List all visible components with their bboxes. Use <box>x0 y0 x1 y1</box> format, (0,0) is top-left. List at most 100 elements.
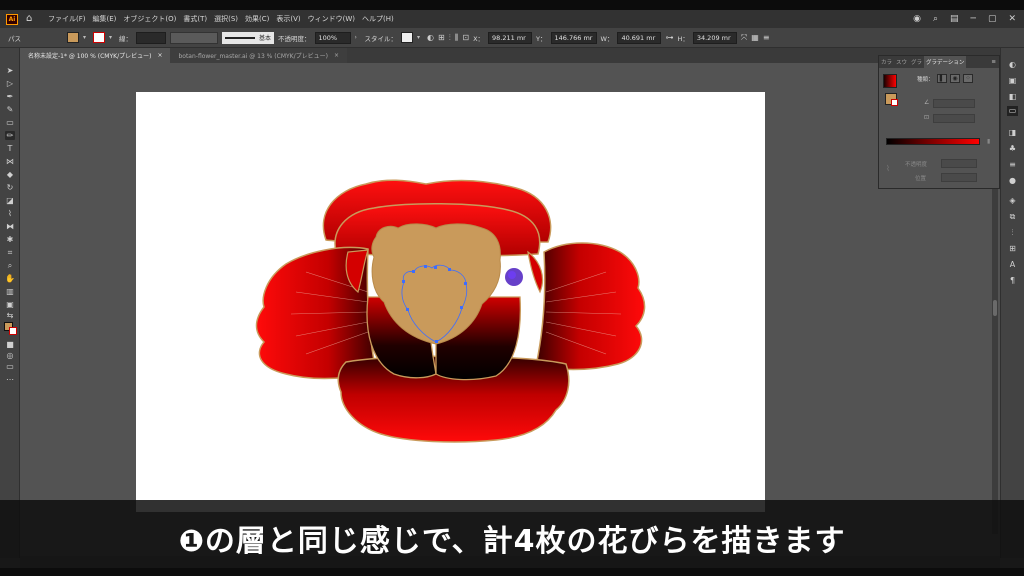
transform-panel-icon[interactable]: ⊞ <box>1007 244 1018 254</box>
stroke-panel-icon[interactable]: ◨ <box>1007 128 1018 138</box>
more-tools-icon[interactable]: ⋯ <box>5 375 15 384</box>
toolbar-stroke-swatch[interactable] <box>9 327 17 335</box>
chevron-down-icon[interactable]: ▾ <box>417 34 423 41</box>
location-field[interactable] <box>941 173 977 182</box>
trash-icon[interactable]: ▮ <box>987 138 990 145</box>
minimize-icon[interactable]: ─ <box>971 14 976 24</box>
distribute-icon[interactable]: ⫼ <box>455 33 459 43</box>
opacity-field[interactable]: 100% <box>314 31 351 44</box>
libraries-icon[interactable]: ▣ <box>1007 76 1018 86</box>
link-icon[interactable]: ⊶ <box>665 33 673 42</box>
appearance-icon[interactable]: ● <box>1007 176 1018 186</box>
rotate-tool-icon[interactable]: ↻ <box>5 183 15 192</box>
color-mode-icon[interactable]: ■ <box>5 340 15 349</box>
right-petal[interactable] <box>535 242 646 371</box>
chevron-down-icon[interactable]: ▾ <box>83 34 89 41</box>
fill-swatch[interactable] <box>67 32 79 43</box>
panel-menu-icon[interactable]: ≡ <box>763 33 770 42</box>
recolor-icon[interactable]: ◐ <box>427 33 434 42</box>
tab-untitled[interactable]: 名称未設定-1* @ 100 % (CMYK/プレビュー) × <box>20 48 171 63</box>
none-swatch[interactable] <box>891 99 898 106</box>
pencil-tool-icon[interactable]: ✏ <box>5 131 15 140</box>
align-icon[interactable]: ⫶ <box>449 33 451 43</box>
close-icon[interactable]: ✕ <box>1008 14 1016 24</box>
menu-effect[interactable]: 効果(C) <box>245 14 269 24</box>
gradient-fill-swatch[interactable] <box>883 74 897 88</box>
radial-gradient-button[interactable]: ◉ <box>950 74 960 83</box>
chevron-down-icon[interactable]: ▾ <box>109 34 115 41</box>
menu-object[interactable]: オブジェクト(O) <box>123 14 176 24</box>
eyedropper-icon[interactable]: ⌇ <box>886 164 890 173</box>
linear-gradient-button[interactable]: ▌ <box>937 74 947 83</box>
angle-field[interactable] <box>933 99 975 108</box>
rectangle-tool-icon[interactable]: ▭ <box>5 118 15 127</box>
opacity-field[interactable] <box>941 159 977 168</box>
menu-view[interactable]: 表示(V) <box>276 14 300 24</box>
menu-window[interactable]: ウィンドウ(W) <box>308 14 355 24</box>
align-panel-icon[interactable]: ⫶ <box>1007 228 1018 238</box>
gradient-slider[interactable] <box>886 138 980 145</box>
align-to-icon[interactable]: ⊞ <box>438 33 445 42</box>
home-icon[interactable]: ⌂ <box>26 14 36 24</box>
chevron-right-icon[interactable]: › <box>355 34 361 41</box>
pen-tool-icon[interactable]: ✒ <box>5 92 15 101</box>
tab-gradient[interactable]: グラデーション <box>924 56 967 68</box>
arrange-icon[interactable]: ▤ <box>950 14 959 24</box>
selection-tool-icon[interactable]: ➤ <box>5 66 15 75</box>
tab-graphic-styles[interactable]: グラ <box>909 58 924 66</box>
swap-colors-icon[interactable]: ⇆ <box>5 311 15 320</box>
scale-tool-icon[interactable]: ◪ <box>5 196 15 205</box>
graphic-style-swatch[interactable] <box>401 32 413 43</box>
panel-menu-icon[interactable]: ≡ <box>991 59 996 65</box>
stroke-swatch[interactable] <box>93 32 105 43</box>
scroll-thumb[interactable] <box>993 300 997 316</box>
screen-mode-icon[interactable]: ▭ <box>5 362 15 371</box>
close-icon[interactable]: × <box>334 52 339 59</box>
menu-file[interactable]: ファイル(F) <box>48 14 86 24</box>
direct-selection-tool-icon[interactable]: ▷ <box>5 79 15 88</box>
symbols-icon[interactable]: ≡ <box>1007 160 1018 170</box>
blend-tool-icon[interactable]: ⧓ <box>5 222 15 231</box>
menu-type[interactable]: 書式(T) <box>183 14 207 24</box>
stroke-weight-field[interactable] <box>136 31 166 44</box>
right-inner-petal[interactable] <box>527 250 544 294</box>
layers-icon[interactable]: ◈ <box>1007 196 1018 206</box>
tab-color[interactable]: カラ <box>879 58 894 66</box>
variable-width-profile[interactable] <box>170 31 218 44</box>
close-icon[interactable]: × <box>157 52 162 59</box>
flower-artwork[interactable] <box>136 92 765 512</box>
menu-select[interactable]: 選択(S) <box>214 14 238 24</box>
menu-edit[interactable]: 編集(E) <box>93 14 117 24</box>
curvature-tool-icon[interactable]: ✎ <box>5 105 15 114</box>
user-icon[interactable]: ◉ <box>913 14 921 24</box>
eyedropper-tool-icon[interactable]: ⌇ <box>5 209 15 218</box>
maximize-icon[interactable]: ▢ <box>988 14 997 24</box>
zoom-tool-icon[interactable]: ⌕ <box>5 261 15 270</box>
reference-point-icon[interactable]: ⊡ <box>462 33 469 42</box>
eraser-tool-icon[interactable]: ◆ <box>5 170 15 179</box>
properties-icon[interactable]: ◐ <box>1007 60 1018 70</box>
tab-swatches[interactable]: スウ <box>894 58 909 66</box>
color-guide-icon[interactable]: ◧ <box>1007 92 1018 102</box>
transform-icon[interactable]: ⤧ <box>741 33 747 43</box>
brushes-icon[interactable]: ♣ <box>1007 144 1018 154</box>
gradient-panel-icon[interactable]: ▭ <box>1007 106 1018 116</box>
freeform-gradient-button[interactable]: ⁘ <box>963 74 973 83</box>
mesh-tool-icon[interactable]: ▣ <box>5 300 15 309</box>
brush-definition[interactable]: 基本 <box>222 31 274 44</box>
aspect-ratio-field[interactable] <box>933 114 975 123</box>
isolate-icon[interactable]: ▦ <box>751 33 759 42</box>
artboards-icon[interactable]: ⧉ <box>1007 212 1018 222</box>
menu-help[interactable]: ヘルプ(H) <box>362 14 394 24</box>
reflect-tool-icon[interactable]: ⋈ <box>5 157 15 166</box>
y-field[interactable]: 146.766 mr <box>550 31 597 44</box>
symbol-sprayer-icon[interactable]: ✱ <box>5 235 15 244</box>
type-tool-icon[interactable]: T <box>5 144 15 153</box>
width-field[interactable]: 40.691 mr <box>617 31 662 44</box>
search-icon[interactable]: ⌕ <box>933 14 938 24</box>
height-field[interactable]: 34.209 mr <box>692 31 737 44</box>
tab-botan-flower[interactable]: botan-flower_master.ai @ 13 % (CMYK/プレビュ… <box>170 48 347 63</box>
hand-tool-icon[interactable]: ✋ <box>5 274 15 283</box>
x-field[interactable]: 98.211 mr <box>488 31 533 44</box>
graph-tool-icon[interactable]: ▥ <box>5 287 15 296</box>
